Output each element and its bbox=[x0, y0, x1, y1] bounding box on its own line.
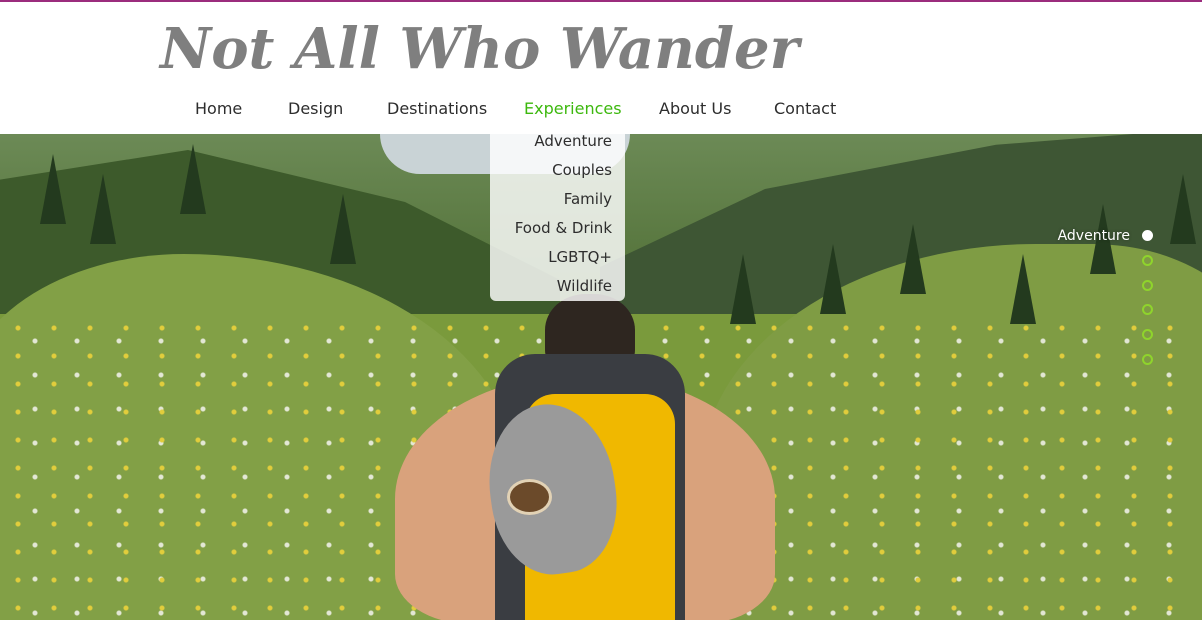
nav-destinations[interactable]: Destinations bbox=[387, 96, 487, 122]
nav-design[interactable]: Design bbox=[288, 96, 343, 122]
nav-about-us[interactable]: About Us bbox=[659, 96, 731, 122]
dropdown-item-food-drink[interactable]: Food & Drink bbox=[515, 216, 612, 240]
main-nav: Home Design Destinations Experiences Abo… bbox=[0, 96, 1202, 122]
nav-experiences[interactable]: Experiences bbox=[524, 96, 622, 122]
site-header: Not All Who Wander Home Design Destinati… bbox=[0, 2, 1202, 134]
dropdown-item-family[interactable]: Family bbox=[564, 187, 612, 211]
nav-contact[interactable]: Contact bbox=[774, 96, 836, 122]
slide-dot-3[interactable] bbox=[1142, 280, 1153, 291]
site-logo[interactable]: Not All Who Wander bbox=[160, 4, 799, 94]
slide-dot-6[interactable] bbox=[1142, 354, 1153, 365]
slide-label: Adventure bbox=[1057, 228, 1130, 244]
dropdown-item-lgbtq[interactable]: LGBTQ+ bbox=[548, 245, 612, 269]
slide-dot-2[interactable] bbox=[1142, 255, 1153, 266]
slide-dot-5[interactable] bbox=[1142, 329, 1153, 340]
dropdown-item-wildlife[interactable]: Wildlife bbox=[557, 274, 612, 298]
dropdown-item-couples[interactable]: Couples bbox=[552, 158, 612, 182]
slide-dot-1[interactable] bbox=[1142, 230, 1153, 241]
experiences-dropdown: Adventure Couples Family Food & Drink LG… bbox=[490, 132, 625, 301]
dropdown-item-adventure[interactable]: Adventure bbox=[534, 129, 612, 153]
hiker-figure bbox=[395, 294, 775, 620]
nav-home[interactable]: Home bbox=[195, 96, 242, 122]
slide-dot-4[interactable] bbox=[1142, 304, 1153, 315]
cap-patch bbox=[507, 479, 552, 515]
